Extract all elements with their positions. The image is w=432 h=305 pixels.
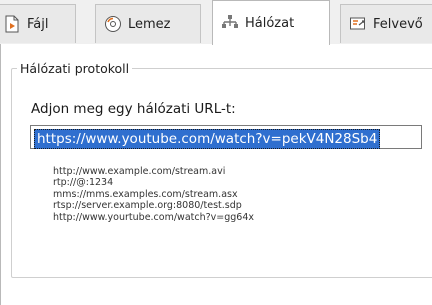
network-icon [221, 14, 239, 32]
url-prompt-label: Adjon meg egy hálózati URL-t: [31, 101, 236, 117]
group-title: Hálózati protokoll [17, 61, 133, 76]
tab-label: Felvevő [373, 16, 423, 32]
url-examples: http://www.example.com/stream.avi rtp://… [53, 166, 254, 223]
example-url: rtsp://server.example.org:8080/test.sdp [53, 200, 242, 212]
tab-network[interactable]: Hálózat [212, 0, 330, 45]
example-url: mms://mms.examples.com/stream.asx [53, 188, 238, 200]
tab-file[interactable]: Fájl [0, 4, 76, 43]
example-url: rtp://@:1234 [53, 177, 114, 189]
url-input[interactable]: https://www.youtube.com/watch?v=pekV4N28… [30, 125, 422, 149]
url-input-value: https://www.youtube.com/watch?v=pekV4N28… [34, 129, 381, 149]
example-url: http://www.yourtube.com/watch?v=gg64x [53, 211, 255, 223]
tab-bar: Fájl Lemez Hálózat Felvevő [0, 0, 432, 45]
network-panel: Hálózati protokoll Adjon meg egy hálózat… [0, 44, 432, 305]
file-play-icon [3, 15, 21, 33]
capture-device-icon [349, 15, 367, 33]
tab-label: Lemez [128, 16, 171, 32]
tab-label: Hálózat [245, 15, 295, 31]
disc-icon [104, 15, 122, 33]
tab-disc[interactable]: Lemez [95, 4, 201, 43]
tab-capture-device[interactable]: Felvevő [340, 4, 432, 43]
tab-label: Fájl [27, 16, 49, 32]
example-url: http://www.example.com/stream.avi [53, 166, 226, 177]
